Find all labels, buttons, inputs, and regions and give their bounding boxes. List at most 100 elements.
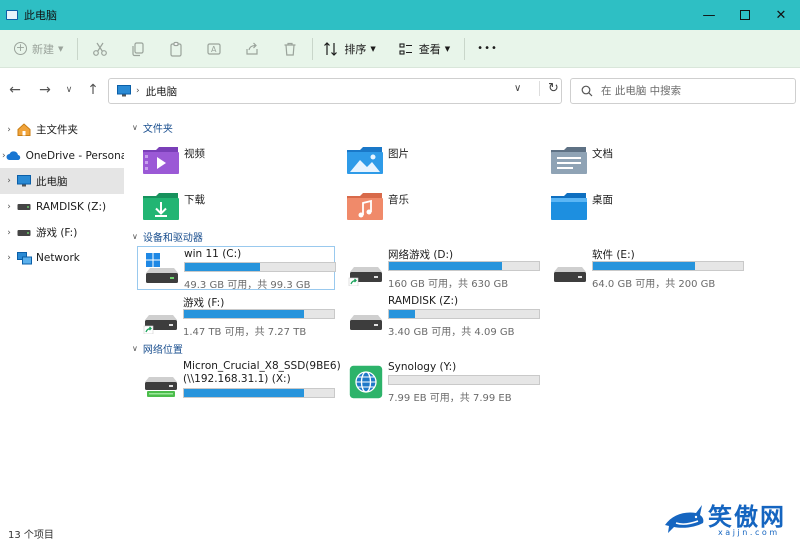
usage-fill bbox=[184, 310, 304, 318]
minimize-icon: — bbox=[702, 7, 716, 23]
breadcrumb-separator-icon: › bbox=[136, 86, 140, 96]
section-drives[interactable]: ∨ 设备和驱动器 bbox=[132, 229, 203, 244]
folder-desktop[interactable]: 桌面 bbox=[550, 186, 740, 226]
drive-f[interactable]: 游戏 (F:) 1.47 TB 可用，共 7.27 TB bbox=[137, 294, 335, 338]
collapse-chevron-icon: ∨ bbox=[132, 344, 138, 353]
drive-name: 网络游戏 (D:) bbox=[388, 249, 454, 261]
drive-name: Synology (Y:) bbox=[388, 361, 457, 373]
section-title: 设备和驱动器 bbox=[142, 233, 203, 244]
paste-button[interactable] bbox=[168, 35, 184, 63]
back-button[interactable]: ← bbox=[4, 79, 26, 101]
usage-bar bbox=[183, 309, 335, 319]
sidebar-item-label: 游戏 (F:) bbox=[36, 227, 78, 240]
delete-button[interactable] bbox=[282, 35, 298, 63]
usage-fill bbox=[185, 263, 260, 271]
folder-documents[interactable]: 文档 bbox=[550, 140, 740, 180]
drive-z[interactable]: RAMDISK (Z:) 3.40 GB 可用，共 4.09 GB bbox=[342, 294, 540, 338]
folder-videos[interactable]: 视频 bbox=[142, 140, 332, 180]
usage-fill bbox=[184, 389, 304, 397]
address-history-button[interactable]: ∨ bbox=[514, 83, 521, 94]
usage-fill bbox=[593, 262, 695, 270]
close-button[interactable]: ✕ bbox=[764, 0, 798, 30]
drive-x[interactable]: Micron_Crucial_X8_SSD(9BE6) (\\192.168.31… bbox=[137, 360, 341, 404]
drive-space: 160 GB 可用，共 630 GB bbox=[388, 279, 509, 290]
usage-fill bbox=[389, 310, 415, 318]
arrow-right-icon: → bbox=[39, 82, 51, 98]
section-title: 文件夹 bbox=[142, 124, 173, 135]
refresh-button[interactable]: ↻ bbox=[539, 81, 559, 96]
folder-pictures[interactable]: 图片 bbox=[346, 140, 536, 180]
sort-button[interactable]: 排序 ▼ bbox=[323, 35, 376, 63]
scissors-icon bbox=[93, 42, 108, 56]
sidebar-item-games[interactable]: › 游戏 (F:) bbox=[0, 220, 124, 246]
drive-space: 49.3 GB 可用，共 99.3 GB bbox=[184, 280, 311, 291]
drive-icon bbox=[16, 200, 32, 214]
forward-button[interactable]: → bbox=[34, 79, 56, 101]
globe-icon bbox=[349, 365, 383, 399]
expand-chevron-icon[interactable]: › bbox=[2, 125, 16, 135]
more-icon: ••• bbox=[477, 43, 498, 54]
pictures-folder-icon bbox=[347, 147, 383, 174]
drive-e[interactable]: 软件 (E:) 64.0 GB 可用，共 200 GB bbox=[546, 246, 744, 290]
close-icon: ✕ bbox=[775, 7, 787, 23]
drive-y[interactable]: Synology (Y:) 7.99 EB 可用，共 7.99 EB bbox=[342, 360, 540, 404]
share-button[interactable] bbox=[244, 35, 260, 63]
sidebar-item-onedrive[interactable]: › OneDrive - Persona bbox=[0, 143, 124, 169]
expand-chevron-icon[interactable]: › bbox=[2, 253, 16, 263]
drive-name: Micron_Crucial_X8_SSD(9BE6) (\\192.168.31… bbox=[183, 360, 341, 385]
watermark-url: x a j j n . c o m bbox=[718, 528, 778, 537]
folder-label: 音乐 bbox=[388, 193, 409, 206]
usage-bar bbox=[388, 261, 540, 271]
copy-button[interactable] bbox=[130, 35, 146, 63]
folder-label: 图片 bbox=[388, 147, 409, 160]
arrow-up-icon: ↑ bbox=[87, 82, 99, 98]
folder-music[interactable]: 音乐 bbox=[346, 186, 536, 226]
search-input[interactable] bbox=[601, 85, 791, 97]
address-bar[interactable]: › 此电脑 ∨ ↻ bbox=[108, 78, 562, 104]
sidebar-item-label: 主文件夹 bbox=[36, 124, 78, 137]
navigation-pane: › 主文件夹 › OneDrive - Persona › 此电脑 › RAMD… bbox=[0, 112, 124, 516]
view-button[interactable]: 查看 ▼ bbox=[398, 35, 450, 63]
sidebar-item-label: Network bbox=[36, 252, 80, 265]
drive-icon bbox=[350, 315, 382, 330]
breadcrumb-this-pc[interactable]: 此电脑 bbox=[146, 84, 178, 99]
network-drive-icon bbox=[145, 377, 177, 397]
maximize-button[interactable] bbox=[728, 0, 762, 30]
sidebar-item-ramdisk[interactable]: › RAMDISK (Z:) bbox=[0, 194, 124, 220]
drive-name: RAMDISK (Z:) bbox=[388, 295, 459, 307]
expand-chevron-icon[interactable]: › bbox=[2, 228, 16, 238]
sidebar-item-this-pc[interactable]: › 此电脑 bbox=[0, 168, 124, 195]
sidebar-item-label: OneDrive - Persona bbox=[25, 149, 124, 162]
section-folders[interactable]: ∨ 文件夹 bbox=[132, 120, 173, 135]
drive-name: 游戏 (F:) bbox=[183, 297, 225, 309]
folder-downloads[interactable]: 下载 bbox=[142, 186, 332, 226]
drive-icon bbox=[16, 226, 32, 240]
cloud-icon bbox=[6, 149, 22, 163]
expand-chevron-icon[interactable]: › bbox=[2, 202, 16, 212]
drive-c[interactable]: win 11 (C:) 49.3 GB 可用，共 99.3 GB bbox=[137, 246, 336, 291]
minimize-button[interactable]: — bbox=[692, 0, 726, 30]
new-button[interactable]: + 新建 ▼ bbox=[14, 35, 63, 63]
rename-button[interactable]: A bbox=[206, 35, 222, 63]
desktop-folder-icon bbox=[551, 193, 587, 220]
sidebar-item-label: RAMDISK (Z:) bbox=[36, 200, 107, 213]
up-button[interactable]: ↑ bbox=[82, 79, 104, 101]
more-button[interactable]: ••• bbox=[477, 35, 498, 63]
cut-button[interactable] bbox=[92, 35, 108, 63]
usage-fill bbox=[389, 262, 502, 270]
view-icon bbox=[399, 42, 412, 55]
sort-icon bbox=[324, 41, 338, 56]
folder-label: 文档 bbox=[592, 147, 613, 160]
usage-bar bbox=[592, 261, 744, 271]
search-box[interactable] bbox=[570, 78, 796, 104]
recent-locations-button[interactable]: ∨ bbox=[58, 79, 80, 101]
expand-chevron-icon[interactable]: › bbox=[2, 176, 16, 186]
section-network[interactable]: ∨ 网络位置 bbox=[132, 341, 183, 356]
sidebar-item-home[interactable]: › 主文件夹 bbox=[0, 117, 124, 143]
drive-d[interactable]: 网络游戏 (D:) 160 GB 可用，共 630 GB bbox=[342, 246, 540, 290]
monitor-icon bbox=[16, 174, 32, 188]
view-label: 查看 bbox=[418, 42, 441, 56]
network-drive-icon bbox=[348, 267, 382, 286]
folder-label: 下载 bbox=[184, 193, 205, 206]
sidebar-item-network[interactable]: › Network bbox=[0, 245, 124, 271]
